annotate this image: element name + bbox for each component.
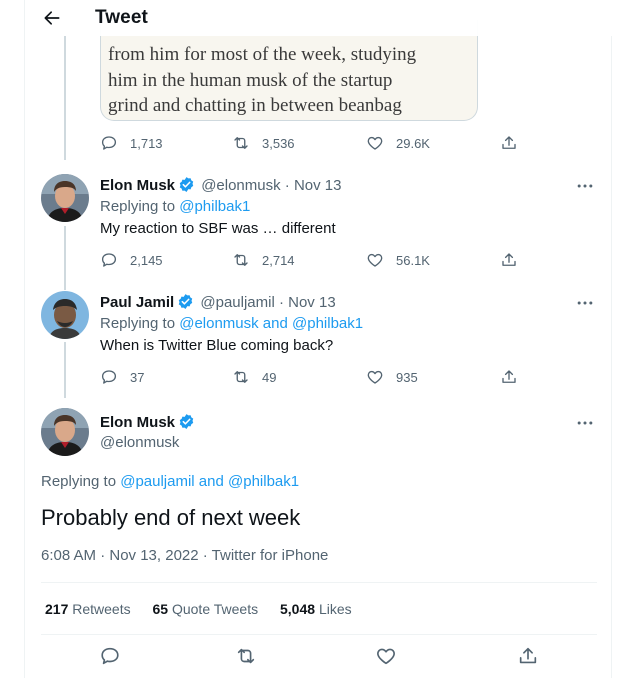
share-button[interactable]	[500, 134, 518, 152]
reply-button[interactable]: 1,713	[100, 134, 163, 152]
avatar[interactable]	[41, 291, 89, 339]
reply-button[interactable]: 2,145	[100, 251, 163, 269]
divider	[41, 634, 597, 635]
quote-tweets-stat[interactable]: 65 Quote Tweets	[153, 601, 259, 617]
like-button[interactable]: 29.6K	[366, 134, 430, 152]
verified-badge-icon	[179, 414, 194, 429]
author-handle[interactable]: @pauljamil	[200, 294, 274, 311]
thread-line	[64, 36, 66, 160]
author-name[interactable]: Elon Musk	[100, 414, 175, 431]
tweet-header: Paul Jamil @pauljamil · Nov 13	[100, 293, 336, 311]
retweet-button[interactable]: 3,536	[232, 134, 295, 152]
tweet-actions: 1,713 3,536 29.6K	[100, 134, 520, 154]
mention-link[interactable]: @elonmusk and @philbak1	[179, 315, 363, 332]
divider	[41, 582, 597, 583]
heart-icon	[367, 253, 383, 267]
retweet-button[interactable]: 2,714	[232, 251, 295, 269]
share-button[interactable]	[517, 645, 539, 667]
tweet-header: Elon Musk @elonmusk · Nov 13	[100, 176, 342, 194]
retweet-icon	[234, 371, 248, 383]
verified-badge-icon	[179, 177, 194, 192]
page-header: Tweet	[25, 0, 613, 36]
replying-to: Replying to @pauljamil and @philbak1	[41, 473, 300, 490]
replying-to: Replying to @elonmusk and @philbak1	[100, 315, 364, 332]
retweet-icon	[234, 254, 248, 266]
page-title: Tweet	[95, 7, 148, 28]
retweet-button[interactable]: 49	[232, 368, 276, 386]
verified-badge-icon	[178, 294, 193, 309]
thread-line	[64, 226, 66, 276]
more-dots-icon	[577, 301, 593, 305]
share-icon	[502, 253, 516, 266]
paul-avatar-image	[41, 291, 89, 339]
like-button[interactable]: 935	[366, 368, 418, 386]
tweet-text: My reaction to SBF was … different	[100, 220, 336, 237]
reply-button[interactable]: 37	[100, 368, 144, 386]
elon-avatar-image	[41, 174, 89, 222]
more-dots-icon	[577, 184, 593, 188]
tweet-actions: 37 49 935	[100, 368, 520, 388]
heart-icon	[367, 136, 383, 150]
tweet-date[interactable]: · Nov 13	[279, 294, 336, 311]
more-dots-icon	[577, 421, 593, 425]
replying-to: Replying to @philbak1	[100, 198, 251, 215]
heart-icon	[367, 370, 383, 384]
avatar[interactable]	[41, 174, 89, 222]
mention-link[interactable]: @pauljamil and @philbak1	[120, 473, 299, 490]
share-button[interactable]	[500, 368, 518, 386]
share-icon	[502, 136, 516, 149]
more-options-button[interactable]	[575, 176, 595, 196]
engagement-stats: 217 Retweets 65 Quote Tweets 5,048 Likes	[45, 601, 370, 617]
tweet-column: Tweet from him for most of the week, stu…	[24, 0, 613, 678]
share-button[interactable]	[500, 251, 518, 269]
thread-line	[64, 342, 66, 398]
tweet-actions: 2,145 2,714 56.1K	[100, 251, 520, 271]
main-tweet-actions	[25, 645, 613, 671]
author-handle[interactable]: @elonmusk	[201, 177, 280, 194]
thread-line	[64, 276, 66, 290]
more-options-button[interactable]	[575, 293, 595, 313]
like-button[interactable]	[375, 645, 397, 667]
author-name[interactable]: Elon Musk	[100, 177, 175, 194]
back-arrow-icon[interactable]	[39, 5, 65, 31]
like-button[interactable]: 56.1K	[366, 251, 430, 269]
reply-icon	[101, 136, 117, 150]
mention-link[interactable]: @philbak1	[179, 198, 250, 215]
tweet-date[interactable]: · Nov 13	[285, 177, 342, 194]
tweet-text: When is Twitter Blue coming back?	[100, 337, 334, 354]
main-tweet-author: Elon Musk	[100, 413, 197, 431]
more-options-button[interactable]	[575, 413, 595, 433]
share-icon	[502, 370, 516, 383]
retweet-button[interactable]	[235, 645, 257, 667]
share-icon	[519, 647, 537, 664]
quoted-excerpt-text: from him for most of the week, studying …	[108, 44, 417, 116]
main-tweet-text: Probably end of next week	[41, 505, 301, 530]
elon-avatar-image	[41, 408, 89, 456]
likes-stat[interactable]: 5,048 Likes	[280, 601, 352, 617]
reply-button[interactable]	[99, 645, 121, 667]
author-handle[interactable]: @elonmusk	[100, 434, 179, 451]
tweet-timestamp[interactable]: 6:08 AM · Nov 13, 2022 · Twitter for iPh…	[41, 547, 328, 564]
reply-icon	[101, 370, 117, 384]
author-name[interactable]: Paul Jamil	[100, 294, 174, 311]
retweets-stat[interactable]: 217 Retweets	[45, 601, 131, 617]
reply-icon	[101, 647, 119, 665]
heart-icon	[377, 648, 395, 665]
retweet-icon	[237, 648, 255, 664]
avatar[interactable]	[41, 408, 89, 456]
reply-icon	[101, 253, 117, 267]
retweet-icon	[234, 137, 248, 149]
